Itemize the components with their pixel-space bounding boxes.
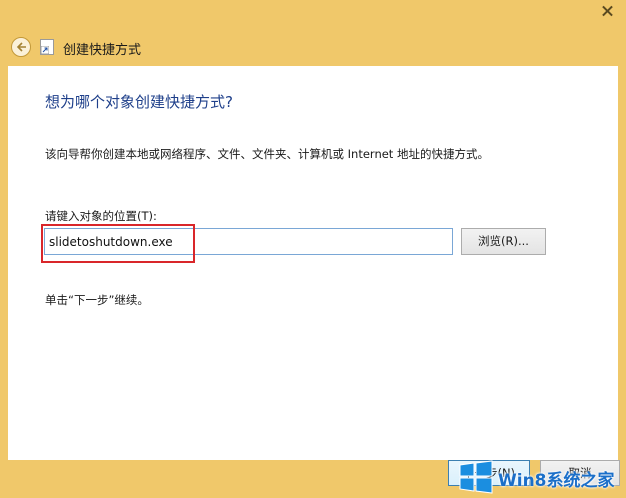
wizard-window: 创建快捷方式 想为哪个对象创建快捷方式? 该向导帮你创建本地或网络程序、文件、文…	[0, 0, 626, 498]
location-label: 请键入对象的位置(T):	[45, 209, 157, 223]
header-bar: 创建快捷方式	[0, 31, 626, 65]
shortcut-icon	[40, 39, 54, 55]
window-title: 创建快捷方式	[63, 43, 142, 58]
page-heading: 想为哪个对象创建快捷方式?	[45, 93, 233, 111]
location-input[interactable]	[44, 228, 453, 255]
close-button[interactable]	[588, 0, 626, 22]
wizard-description: 该向导帮你创建本地或网络程序、文件、文件夹、计算机或 Internet 地址的快…	[45, 147, 489, 161]
back-arrow-icon	[16, 42, 26, 52]
next-button[interactable]: 下一步(N)	[448, 460, 530, 486]
back-button[interactable]	[11, 37, 31, 57]
footer: 下一步(N) 取消	[0, 460, 626, 498]
continue-hint: 单击“下一步”继续。	[45, 293, 149, 307]
cancel-button[interactable]: 取消	[540, 460, 620, 486]
wizard-content: 想为哪个对象创建快捷方式? 该向导帮你创建本地或网络程序、文件、文件夹、计算机或…	[8, 66, 618, 460]
browse-button[interactable]: 浏览(R)...	[461, 228, 546, 255]
